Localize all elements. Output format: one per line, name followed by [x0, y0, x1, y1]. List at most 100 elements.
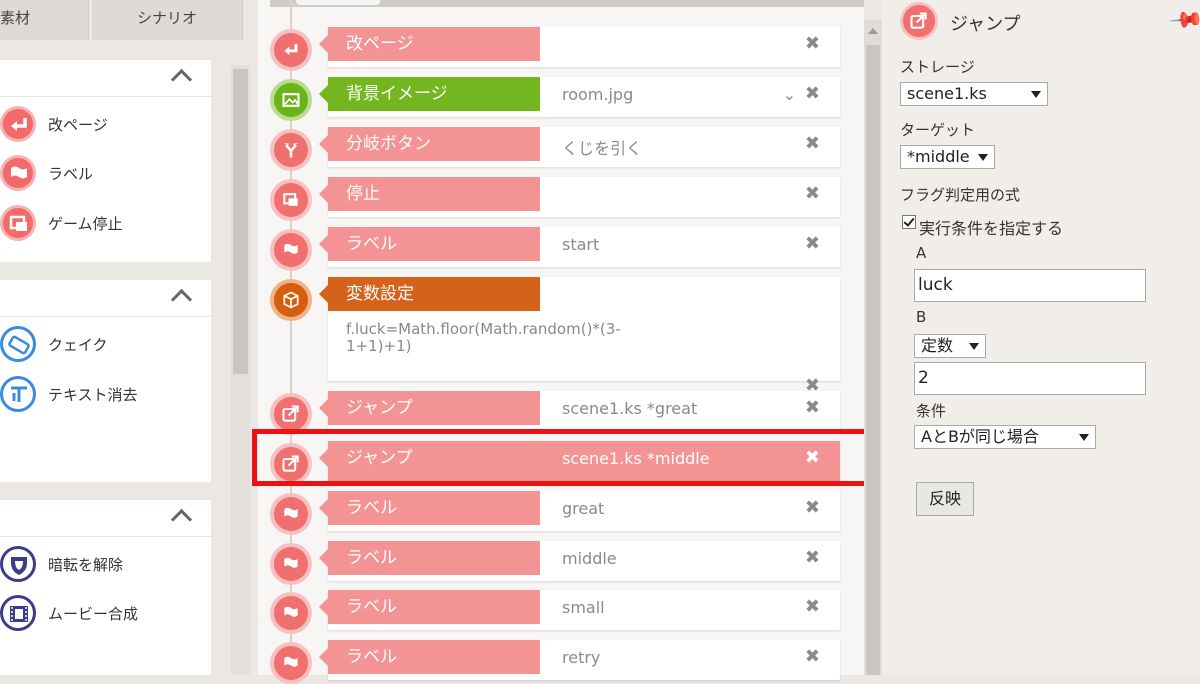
timeline-row-page-break[interactable]: 改ページ ✖	[270, 27, 842, 71]
chevron-up-icon[interactable]	[170, 508, 193, 531]
palette-item-quake[interactable]: クェイク	[0, 324, 211, 364]
return-arrow-icon	[270, 29, 312, 71]
chevron-down-icon[interactable]: ⌄	[783, 85, 796, 104]
storage-select[interactable]: scene1.ks	[900, 82, 1048, 106]
timeline-row-bg-image[interactable]: 背景イメージ room.jpg ⌄ ✖	[270, 77, 842, 121]
palette-item-fade-in[interactable]: 暗転を解除	[0, 544, 211, 584]
properties-title: ジャンプ	[950, 14, 1021, 35]
pin-icon[interactable]: 📌	[1167, 2, 1200, 39]
row-tag: 停止	[319, 177, 540, 211]
fade-shield-icon	[0, 546, 36, 582]
row-value: great	[562, 499, 605, 518]
delete-icon[interactable]: ✖	[805, 135, 820, 153]
tab-scenario[interactable]: シナリオ	[92, 0, 243, 40]
scrollbar-thumb[interactable]	[233, 69, 248, 374]
caret-down-icon	[969, 343, 979, 350]
flag-icon	[0, 155, 36, 191]
palette-item-game-stop[interactable]: ゲーム停止	[0, 203, 211, 243]
row-value: middle	[562, 549, 617, 568]
delete-icon[interactable]: ✖	[805, 399, 820, 417]
chevron-up-icon[interactable]	[170, 68, 193, 91]
timeline-row-variable[interactable]: 変数設定 f.luck=Math.floor(Math.random()*(3-…	[270, 277, 842, 395]
delete-icon[interactable]: ✖	[805, 35, 820, 53]
palette-item-label-tag[interactable]: ラベル	[0, 153, 211, 193]
timeline-row-label-small[interactable]: ラベル small ✖	[270, 590, 842, 634]
tab-materials[interactable]: 素材	[0, 0, 89, 40]
caret-down-icon	[1079, 434, 1089, 441]
tab-scenario-label: シナリオ	[136, 9, 197, 27]
selection-highlight-box	[252, 429, 882, 486]
b-input[interactable]: 2	[914, 362, 1146, 395]
palette-item-clear-text[interactable]: テキスト消去	[0, 374, 211, 414]
row-body[interactable]: 改ページ ✖	[319, 27, 840, 67]
quake-icon	[0, 326, 36, 362]
timeline-row-jump-great[interactable]: ジャンプ scene1.ks *great ✖	[270, 391, 842, 435]
row-body[interactable]: 分岐ボタン くじを引く ✖	[319, 127, 840, 167]
palette-item-label: テキスト消去	[48, 386, 138, 404]
group-collapse-header[interactable]	[0, 500, 211, 537]
scrollbar-thumb[interactable]	[866, 45, 880, 675]
group-collapse-header[interactable]	[0, 280, 211, 317]
timeline-row-label-retry[interactable]: ラベル retry ✖	[270, 640, 842, 684]
text-clear-icon	[0, 376, 36, 412]
delete-icon[interactable]: ✖	[805, 185, 820, 203]
a-input[interactable]: luck	[914, 269, 1146, 302]
palette-item-label: クェイク	[48, 336, 108, 354]
row-value: くじを引く	[562, 139, 643, 158]
row-body[interactable]: 背景イメージ room.jpg ⌄ ✖	[319, 77, 840, 117]
film-icon	[0, 595, 36, 631]
stop-window-icon	[270, 179, 312, 221]
b-type-value: 定数	[921, 336, 954, 355]
palette-item-label: 改ページ	[48, 116, 108, 134]
palette-item-movie[interactable]: ムービー合成	[0, 593, 211, 633]
palette-item-page-break[interactable]: 改ページ	[0, 104, 211, 144]
tab-materials-label: 素材	[0, 9, 31, 27]
flag-icon	[270, 642, 312, 684]
timeline-row-branch-button[interactable]: 分岐ボタン くじを引く ✖	[270, 127, 842, 171]
row-body[interactable]: ラベル great ✖	[319, 491, 840, 531]
properties-panel: ジャンプ 📌 ストレージ scene1.ks ターゲット *middle フラグ…	[882, 0, 1200, 675]
target-select[interactable]: *middle	[900, 145, 995, 169]
delete-icon[interactable]: ✖	[805, 499, 820, 517]
timeline-top-bar	[270, 0, 864, 7]
delete-icon[interactable]: ✖	[805, 235, 820, 253]
row-value: room.jpg	[562, 85, 634, 104]
a-label: A	[916, 244, 927, 262]
target-select-value: *middle	[907, 147, 970, 166]
timeline-row-label-great[interactable]: ラベル great ✖	[270, 491, 842, 535]
timeline-row-stop[interactable]: 停止 ✖	[270, 177, 842, 221]
timeline-scrollbar[interactable]	[864, 20, 882, 675]
chevron-up-icon[interactable]	[170, 288, 193, 311]
condition-checkbox[interactable]	[902, 215, 916, 229]
condition-checkbox-label[interactable]: 実行条件を指定する	[919, 215, 1063, 239]
delete-icon[interactable]: ✖	[805, 549, 820, 567]
row-value: start	[562, 235, 600, 254]
delete-icon[interactable]: ✖	[805, 85, 820, 103]
timeline-row-label-start[interactable]: ラベル start ✖	[270, 227, 842, 271]
apply-button[interactable]: 反映	[916, 482, 974, 516]
storage-label: ストレージ	[900, 58, 975, 76]
row-value: f.luck=Math.floor(Math.random()*(3-1+1)+…	[346, 320, 621, 355]
timeline-row-label-middle[interactable]: ラベル middle ✖	[270, 541, 842, 585]
delete-icon[interactable]: ✖	[805, 648, 820, 666]
scroll-up-icon[interactable]	[868, 28, 878, 34]
row-body[interactable]: 停止 ✖	[319, 177, 840, 217]
b-type-select[interactable]: 定数	[914, 334, 986, 358]
row-body[interactable]: ラベル retry ✖	[319, 640, 840, 680]
row-body[interactable]: 変数設定 f.luck=Math.floor(Math.random()*(3-…	[319, 277, 840, 395]
row-body[interactable]: ラベル start ✖	[319, 227, 840, 267]
group-collapse-header[interactable]	[0, 60, 211, 97]
row-tag: ラベル	[319, 640, 540, 674]
row-tag: 改ページ	[319, 27, 540, 61]
row-body[interactable]: ジャンプ scene1.ks *great ✖	[319, 391, 840, 431]
row-body[interactable]: ラベル middle ✖	[319, 541, 840, 581]
row-tag: 変数設定	[319, 277, 540, 311]
condition-select[interactable]: AとBが同じ場合	[914, 425, 1096, 449]
flag-expression-label: フラグ判定用の式	[900, 186, 1021, 204]
row-tag: 背景イメージ	[319, 77, 540, 111]
palette-scrollbar[interactable]	[231, 65, 250, 675]
row-body[interactable]: ラベル small ✖	[319, 590, 840, 630]
delete-icon[interactable]: ✖	[805, 598, 820, 616]
palette-group-other: 暗転を解除 ムービー合成	[0, 500, 211, 675]
row-tag: ラベル	[319, 590, 540, 624]
